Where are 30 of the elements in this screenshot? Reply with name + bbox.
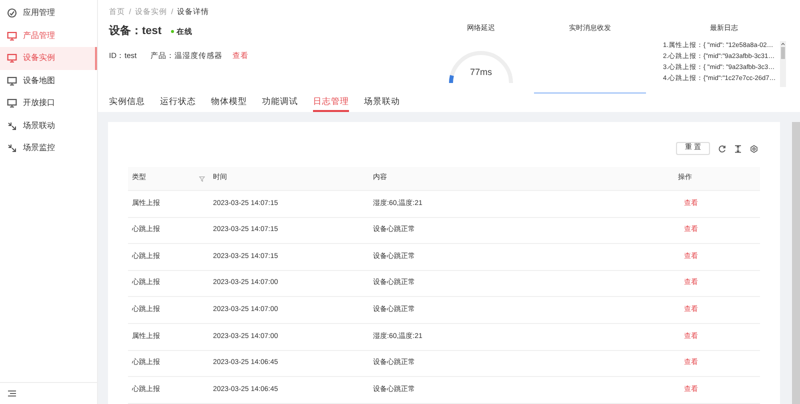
- column-height-icon[interactable]: [734, 144, 742, 152]
- monitor-icon: [7, 76, 17, 86]
- link-icon: [7, 120, 17, 131]
- sidebar-item[interactable]: 开放接口: [0, 92, 97, 114]
- link-icon: [7, 143, 17, 154]
- sidebar-item[interactable]: 设备实例: [0, 47, 97, 70]
- monitor-icon: [7, 98, 17, 108]
- tab[interactable]: 物体模型: [211, 95, 247, 112]
- scrollbar[interactable]: [780, 40, 786, 86]
- tab[interactable]: 场景联动: [364, 95, 400, 112]
- menu-icon[interactable]: [8, 390, 16, 397]
- latency-value: 77ms: [468, 66, 493, 78]
- scroll-up-icon[interactable]: [781, 42, 785, 46]
- tab[interactable]: 功能调试: [262, 95, 298, 112]
- sidebar-item[interactable]: 应用管理: [0, 2, 97, 24]
- settings-icon[interactable]: [750, 144, 758, 152]
- check-circle-icon: [7, 8, 17, 18]
- monitor-icon: [7, 30, 17, 41]
- sidebar-item[interactable]: 场景监控: [0, 137, 97, 160]
- device-name: test: [142, 24, 162, 40]
- monitor-icon: [7, 53, 17, 64]
- sidebar-item[interactable]: 设备地图: [0, 70, 97, 92]
- sidebar-item[interactable]: 产品管理: [0, 24, 97, 47]
- page-scrollbar[interactable]: [792, 122, 800, 404]
- tab[interactable]: 运行状态: [160, 95, 196, 112]
- tab[interactable]: 实例信息: [109, 95, 145, 112]
- tab[interactable]: 日志管理: [313, 95, 349, 112]
- sidebar-item[interactable]: 场景联动: [0, 114, 97, 137]
- refresh-icon[interactable]: [718, 144, 726, 152]
- device-title: 设备：: [109, 24, 142, 40]
